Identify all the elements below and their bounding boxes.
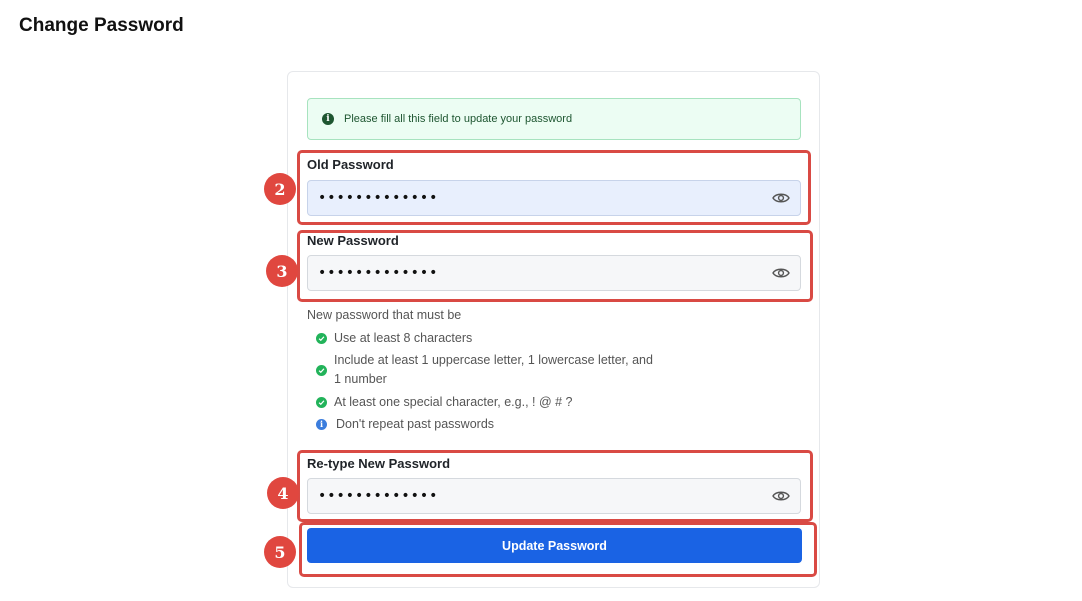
requirement-item: At least one special character, e.g., ! … xyxy=(316,393,676,412)
retype-password-label: Re-type New Password xyxy=(307,456,451,471)
step-marker-3: 3 xyxy=(266,255,298,287)
update-password-button[interactable]: Update Password xyxy=(307,528,802,563)
retype-password-value[interactable]: ••••••••••••• xyxy=(318,489,772,503)
eye-icon[interactable] xyxy=(772,267,790,279)
new-password-value[interactable]: ••••••••••••• xyxy=(318,266,772,280)
requirement-item: Include at least 1 uppercase letter, 1 l… xyxy=(316,351,656,389)
change-password-page: Change Password i Please fill all this f… xyxy=(0,0,1082,601)
eye-icon[interactable] xyxy=(772,490,790,502)
info-alert: i Please fill all this field to update y… xyxy=(307,98,801,140)
old-password-label: Old Password xyxy=(307,157,394,172)
eye-icon[interactable] xyxy=(772,192,790,204)
old-password-field[interactable]: ••••••••••••• xyxy=(307,180,801,216)
requirement-text: Don't repeat past passwords xyxy=(336,417,495,431)
info-circle-icon: i xyxy=(322,113,334,125)
requirement-text: Include at least 1 uppercase letter, 1 l… xyxy=(334,353,653,386)
step-marker-4: 4 xyxy=(267,477,299,509)
requirement-text: At least one special character, e.g., ! … xyxy=(334,395,573,409)
step-marker-5: 5 xyxy=(264,536,296,568)
new-password-field[interactable]: ••••••••••••• xyxy=(307,255,801,291)
requirement-text: Use at least 8 characters xyxy=(334,331,473,345)
requirement-item: Use at least 8 characters xyxy=(316,329,676,348)
alert-text: Please fill all this field to update you… xyxy=(344,113,573,125)
retype-password-field[interactable]: ••••••••••••• xyxy=(307,478,801,514)
check-circle-icon xyxy=(316,333,327,344)
step-marker-2: 2 xyxy=(264,173,296,205)
requirement-item: i Don't repeat past passwords xyxy=(316,415,676,434)
check-circle-icon xyxy=(316,365,327,376)
check-circle-icon xyxy=(316,397,327,408)
info-circle-icon: i xyxy=(316,419,327,430)
requirements-intro: New password that must be xyxy=(307,308,462,322)
old-password-value[interactable]: ••••••••••••• xyxy=(318,191,772,205)
new-password-label: New Password xyxy=(307,233,399,248)
page-title: Change Password xyxy=(19,15,184,36)
